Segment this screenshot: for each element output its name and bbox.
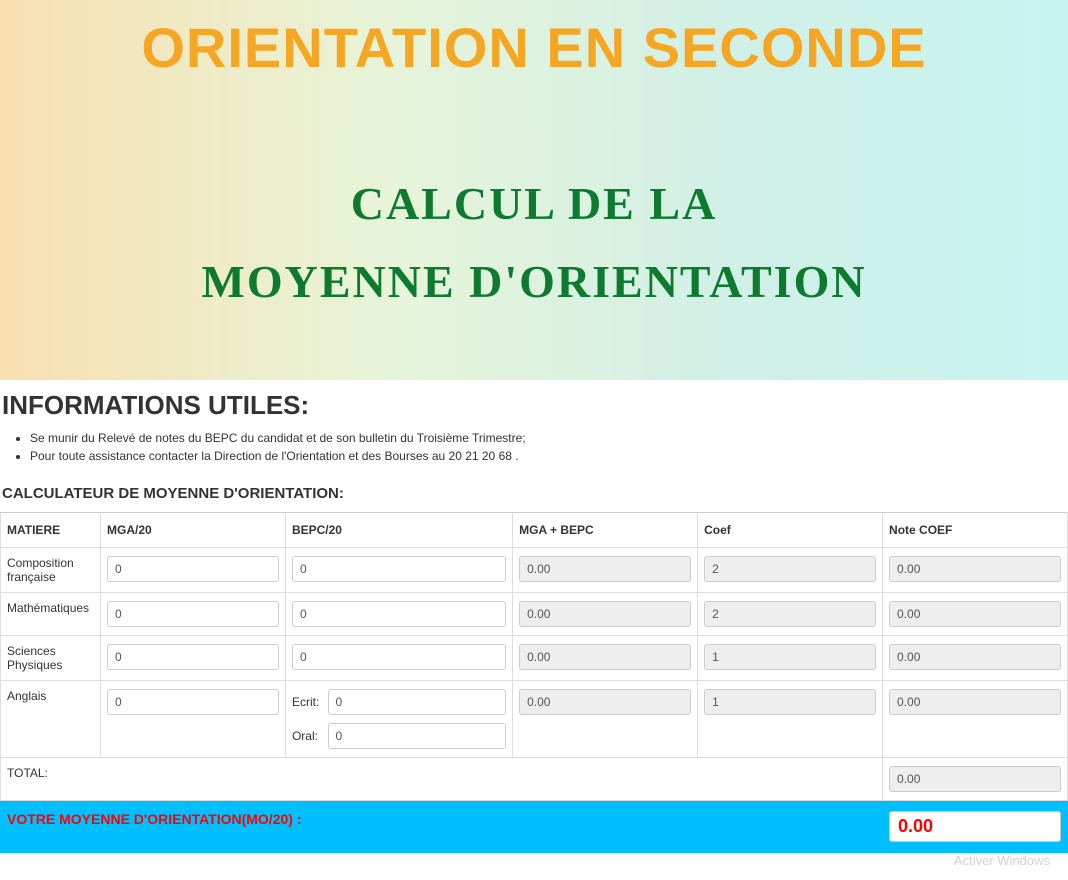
note-output [889, 601, 1061, 627]
table-header-row: MATIERE MGA/20 BEPC/20 MGA + BEPC Coef N… [1, 513, 1068, 548]
col-matiere: MATIERE [1, 513, 101, 548]
bepc-input[interactable] [292, 644, 506, 670]
table-row-anglais: Anglais Ecrit: Oral: [1, 681, 1068, 758]
table-row: Sciences Physiques [1, 636, 1068, 681]
table-row: Composition française [1, 548, 1068, 593]
ecrit-label: Ecrit: [292, 695, 322, 709]
coef-output [704, 556, 876, 582]
note-output [889, 644, 1061, 670]
result-output: 0.00 [889, 811, 1061, 842]
oral-label: Oral: [292, 729, 322, 743]
content: INFORMATIONS UTILES: Se munir du Relevé … [0, 380, 1068, 853]
note-output [889, 556, 1061, 582]
coef-output [704, 601, 876, 627]
calc-heading: CALCULATEUR DE MOYENNE D'ORIENTATION: [0, 479, 1068, 512]
banner-title: ORIENTATION EN SECONDE [141, 15, 926, 80]
table-row: Mathématiques [1, 593, 1068, 636]
calc-table: MATIERE MGA/20 BEPC/20 MGA + BEPC Coef N… [0, 512, 1068, 853]
oral-input[interactable] [328, 723, 507, 749]
ecrit-input[interactable] [328, 689, 507, 715]
col-mga: MGA/20 [101, 513, 286, 548]
info-item: Pour toute assistance contacter la Direc… [30, 447, 1068, 465]
matiere-label: Sciences Physiques [1, 636, 101, 681]
total-row: TOTAL: [1, 758, 1068, 801]
col-note: Note COEF [883, 513, 1068, 548]
sum-output [519, 644, 691, 670]
matiere-label: Mathématiques [1, 593, 101, 636]
mga-input[interactable] [107, 556, 279, 582]
total-label: TOTAL: [1, 758, 883, 801]
matiere-label: Anglais [1, 681, 101, 758]
sum-output [519, 556, 691, 582]
note-output [889, 689, 1061, 715]
result-label: VOTRE MOYENNE D'ORIENTATION(MO/20) : [1, 801, 883, 853]
col-sum: MGA + BEPC [513, 513, 698, 548]
banner: ORIENTATION EN SECONDE CALCUL DE LA MOYE… [0, 0, 1068, 380]
banner-subtitle-line2: MOYENNE D'ORIENTATION [201, 243, 866, 321]
col-bepc: BEPC/20 [285, 513, 512, 548]
sum-output [519, 601, 691, 627]
coef-output [704, 644, 876, 670]
info-heading: INFORMATIONS UTILES: [0, 388, 1068, 425]
windows-watermark: Activer Windows [954, 853, 1050, 868]
total-output [889, 766, 1061, 792]
banner-subtitle: CALCUL DE LA MOYENNE D'ORIENTATION [201, 165, 866, 321]
sum-output [519, 689, 691, 715]
mga-input[interactable] [107, 644, 279, 670]
banner-subtitle-line1: CALCUL DE LA [201, 165, 866, 243]
mga-input[interactable] [107, 601, 279, 627]
result-row: VOTRE MOYENNE D'ORIENTATION(MO/20) : 0.0… [1, 801, 1068, 853]
matiere-label: Composition française [1, 548, 101, 593]
col-coef: Coef [698, 513, 883, 548]
info-list: Se munir du Relevé de notes du BEPC du c… [0, 425, 1068, 479]
bepc-input[interactable] [292, 601, 506, 627]
info-item: Se munir du Relevé de notes du BEPC du c… [30, 429, 1068, 447]
coef-output [704, 689, 876, 715]
bepc-input[interactable] [292, 556, 506, 582]
mga-input[interactable] [107, 689, 279, 715]
